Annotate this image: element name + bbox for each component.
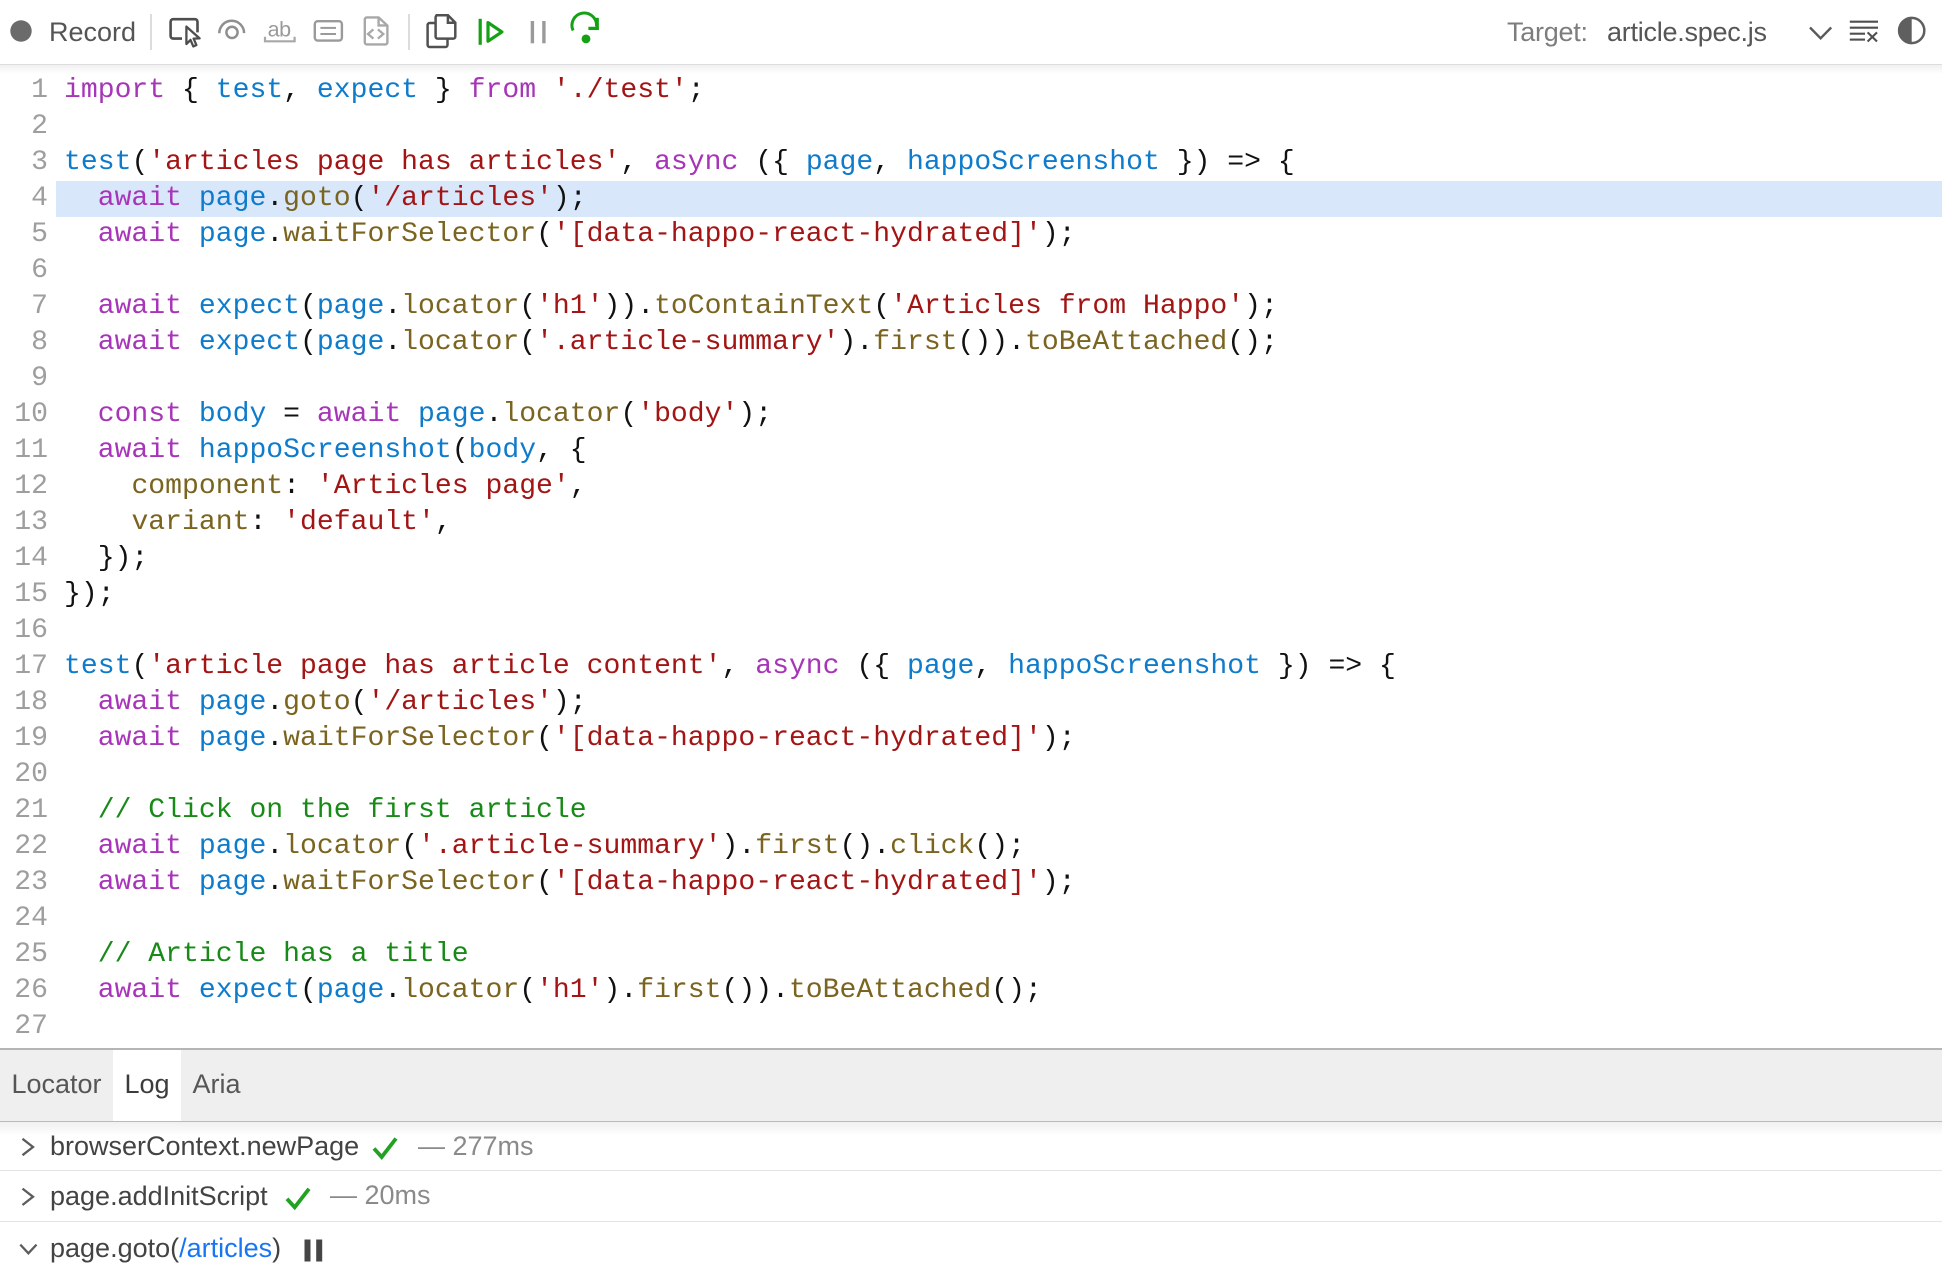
svg-text:ab: ab	[268, 18, 292, 42]
